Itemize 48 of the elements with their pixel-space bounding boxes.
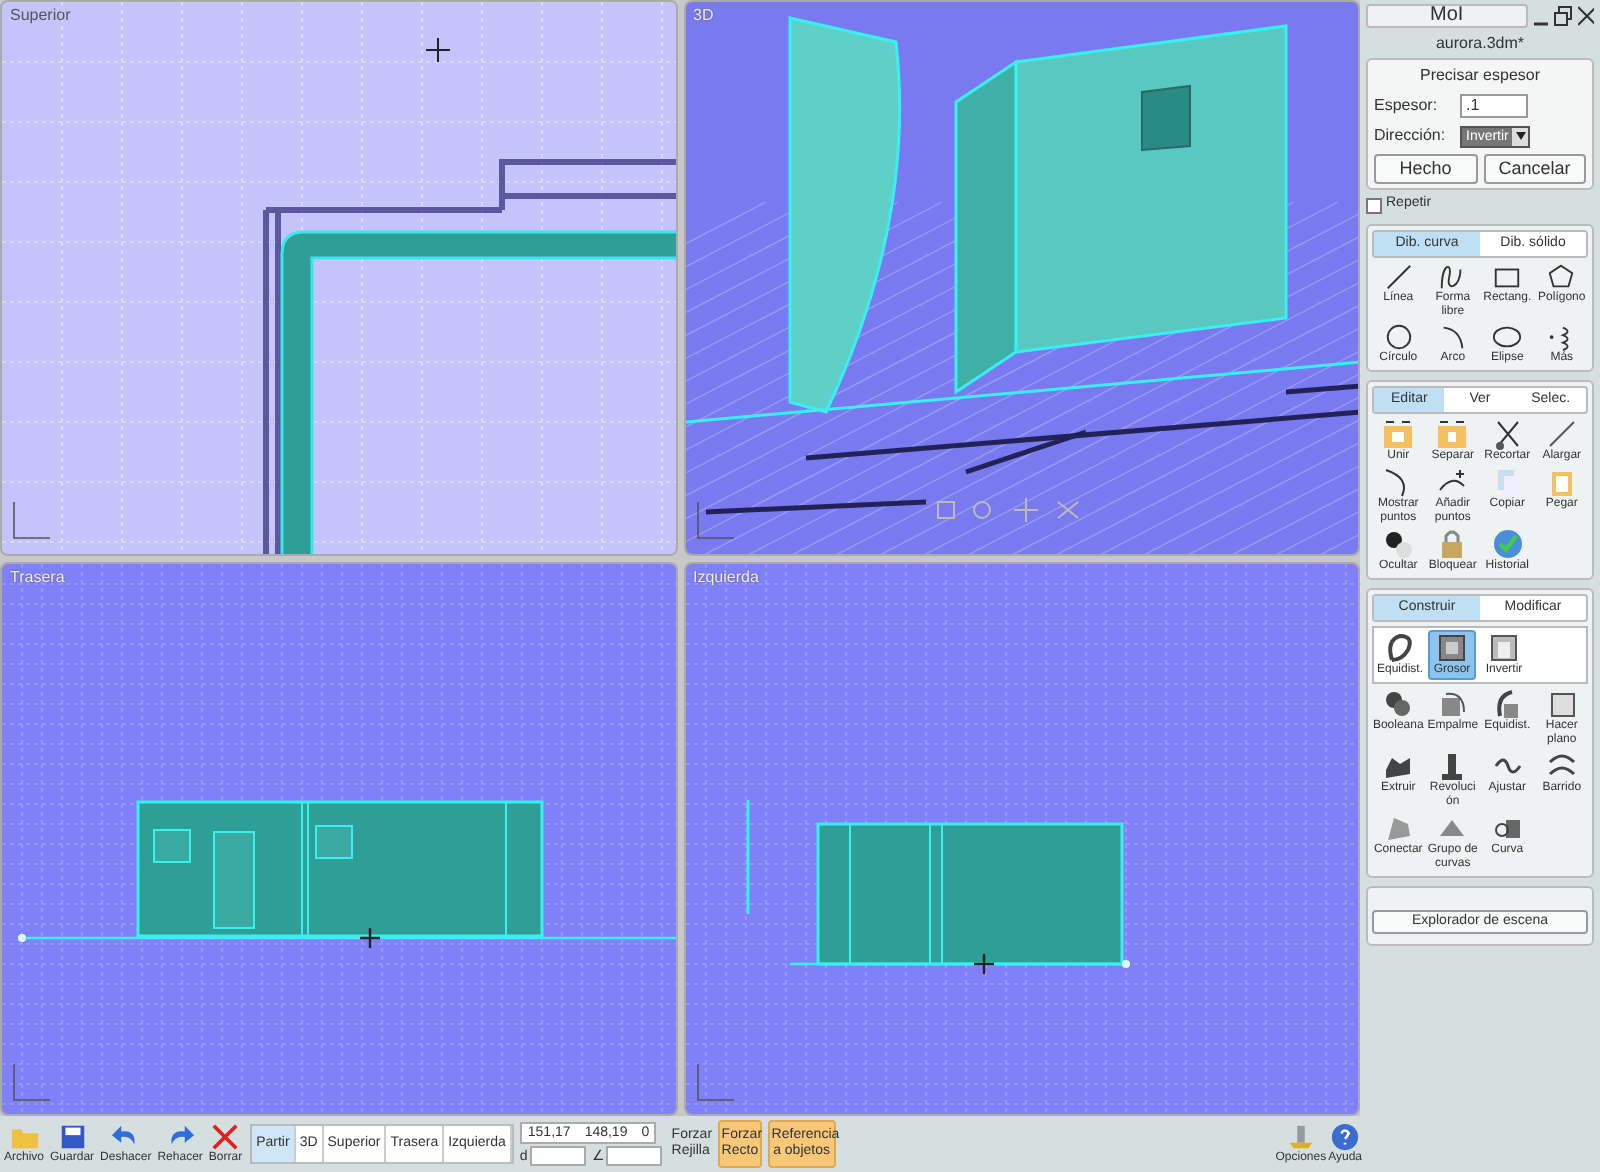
tool-icon <box>1382 812 1415 844</box>
axis-icon <box>696 1062 734 1100</box>
axis-icon <box>13 1062 51 1100</box>
crosshair-icon <box>971 951 995 975</box>
tool-icon <box>1436 632 1468 664</box>
close-icon[interactable] <box>1577 6 1594 26</box>
field-label: Dirección: <box>1374 124 1448 148</box>
tool-icon <box>1436 688 1469 720</box>
command-button[interactable]: Cancelar <box>1483 154 1586 184</box>
crosshair-icon <box>358 925 382 949</box>
command-title: Precisar espesor <box>1417 64 1543 88</box>
tool-icon <box>1491 528 1524 560</box>
scan-trace <box>1284 383 1358 395</box>
caret-icon <box>1515 132 1526 140</box>
repeat-checkbox[interactable] <box>1366 197 1382 213</box>
tool-icon <box>1383 322 1414 352</box>
thickness-input[interactable]: .1 <box>1460 94 1528 118</box>
viewport-canvas[interactable] <box>685 2 1358 553</box>
file-name: aurora.3dm* <box>1433 32 1527 54</box>
toolbar-icon <box>210 1122 241 1152</box>
axis-icon <box>13 501 51 539</box>
tool-icon <box>1384 632 1416 664</box>
toolbar-icon <box>1285 1122 1316 1152</box>
field-label: Espesor: <box>1374 94 1440 118</box>
toolbar-icon <box>1330 1122 1361 1152</box>
app-title: MoI <box>1366 4 1528 28</box>
tool-icon <box>1382 688 1415 720</box>
distance-field[interactable] <box>529 1146 586 1166</box>
tool-icon <box>1545 688 1578 720</box>
tool-icon <box>1545 418 1578 450</box>
nav-controls-icon <box>936 497 1078 523</box>
tool-icon <box>1383 262 1414 292</box>
tool-icon <box>1382 528 1415 560</box>
tool-icon <box>1546 262 1577 292</box>
tool-icon <box>1436 418 1469 450</box>
tool-icon <box>1492 322 1523 352</box>
tool-icon <box>1491 418 1524 450</box>
crosshair-icon <box>425 37 451 63</box>
tool-icon <box>1488 632 1520 664</box>
angle-field[interactable] <box>605 1146 662 1166</box>
restore-icon[interactable] <box>1554 6 1572 26</box>
viewport-canvas[interactable] <box>2 2 675 553</box>
tool-icon <box>1382 418 1415 450</box>
axis-icon <box>696 501 734 539</box>
tool-icon <box>1491 688 1524 720</box>
toolbar-icon <box>57 1122 88 1152</box>
command-button[interactable]: Hecho <box>1374 154 1477 184</box>
viewport-label[interactable]: Superior <box>10 4 71 28</box>
